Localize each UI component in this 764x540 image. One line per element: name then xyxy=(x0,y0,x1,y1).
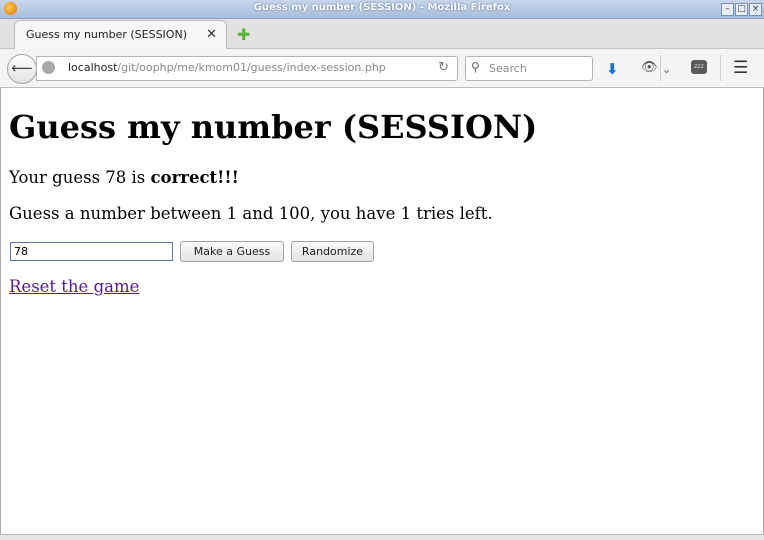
maximize-icon[interactable]: □ xyxy=(735,3,748,16)
status-bar xyxy=(0,534,764,540)
globe-icon xyxy=(42,61,55,74)
url-text[interactable]: localhost/git/oophp/me/kmom01/guess/inde… xyxy=(68,61,386,74)
search-icon: ⚲ xyxy=(471,60,480,74)
window-titlebar: Guess my number (SESSION) - Mozilla Fire… xyxy=(0,0,764,19)
close-icon[interactable]: ✕ xyxy=(206,27,217,42)
download-icon[interactable]: ⬇ xyxy=(606,60,619,78)
chevron-down-icon[interactable]: ⌄ xyxy=(662,63,671,76)
reload-icon[interactable]: ↻ xyxy=(438,60,449,75)
result-prefix: Your guess 78 is xyxy=(9,168,151,187)
reset-game-link[interactable]: Reset the game xyxy=(9,277,139,296)
url-path: /git/oophp/me/kmom01/guess/index-session… xyxy=(117,61,386,74)
window-close-icon[interactable]: × xyxy=(749,3,762,16)
search-placeholder: Search xyxy=(489,62,527,75)
tab-active[interactable]: Guess my number (SESSION) ✕ xyxy=(14,20,227,49)
url-host: localhost xyxy=(68,61,118,74)
page-content: Guess my number (SESSION) Your guess 78 … xyxy=(0,88,764,534)
guess-input[interactable] xyxy=(10,242,173,261)
zzz-icon[interactable]: zzz xyxy=(691,60,707,74)
search-input[interactable]: ⚲ Search xyxy=(465,56,593,81)
randomize-button[interactable]: Randomize xyxy=(291,241,374,262)
toolbar-separator xyxy=(660,55,661,81)
instructions-text: Guess a number between 1 and 100, you ha… xyxy=(9,204,493,223)
make-guess-button[interactable]: Make a Guess xyxy=(180,241,284,262)
navigation-toolbar: ⟵ localhost/git/oophp/me/kmom01/guess/in… xyxy=(0,49,764,88)
back-icon[interactable]: ⟵ xyxy=(7,54,37,84)
result-word: correct!!! xyxy=(150,168,239,187)
result-message: Your guess 78 is correct!!! xyxy=(9,168,239,187)
page-title: Guess my number (SESSION) xyxy=(9,108,538,146)
tab-strip: Guess my number (SESSION) ✕ ✚ xyxy=(0,19,764,49)
toolbar-separator xyxy=(720,55,721,81)
url-bar[interactable]: localhost/git/oophp/me/kmom01/guess/inde… xyxy=(36,56,458,81)
minimize-icon[interactable]: – xyxy=(721,3,734,16)
ghostery-icon[interactable]: 👁 xyxy=(641,60,658,75)
window-title: Guess my number (SESSION) - Mozilla Fire… xyxy=(253,2,511,13)
menu-icon[interactable]: ☰ xyxy=(733,58,748,78)
tab-label: Guess my number (SESSION) xyxy=(26,28,187,41)
new-tab-icon[interactable]: ✚ xyxy=(237,25,250,44)
